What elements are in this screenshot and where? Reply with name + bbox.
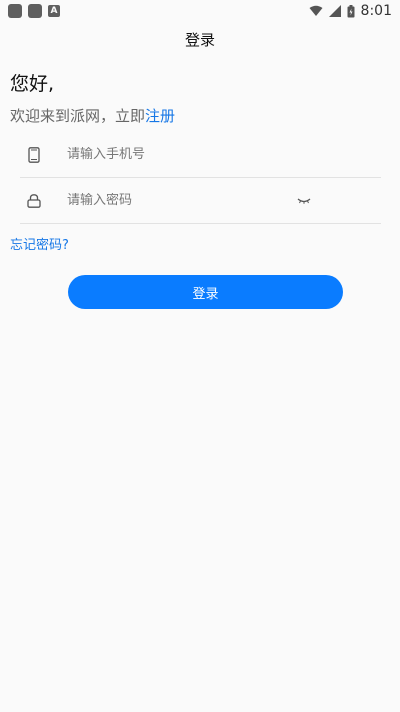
phone-field-row	[20, 132, 381, 178]
status-time: 8:01	[360, 3, 392, 19]
password-input[interactable]	[67, 193, 287, 208]
notification-a-icon: A	[48, 5, 60, 17]
eye-closed-icon[interactable]	[296, 193, 312, 209]
welcome-text: 欢迎来到派网，立即注册	[10, 105, 175, 126]
greeting-text: 您好,	[10, 73, 55, 95]
welcome-label: 欢迎来到派网，立即	[10, 107, 146, 125]
header: 登录	[0, 22, 400, 56]
lock-icon	[20, 187, 48, 215]
battery-icon	[347, 4, 355, 17]
forgot-password-link[interactable]: 忘记密码?	[10, 234, 69, 253]
phone-input[interactable]	[67, 147, 287, 162]
page-title: 登录	[184, 30, 215, 49]
register-link[interactable]: 注册	[145, 107, 175, 125]
wifi-icon	[309, 5, 323, 16]
status-left: A	[8, 4, 60, 18]
status-right: 8:01	[309, 3, 392, 19]
password-field-row	[20, 178, 381, 224]
notification-icon	[8, 4, 22, 18]
status-bar: A 8:01	[0, 0, 400, 22]
login-button[interactable]: 登录	[68, 275, 343, 309]
phone-icon	[20, 141, 48, 169]
signal-icon	[328, 5, 341, 17]
notification-icon	[28, 4, 42, 18]
